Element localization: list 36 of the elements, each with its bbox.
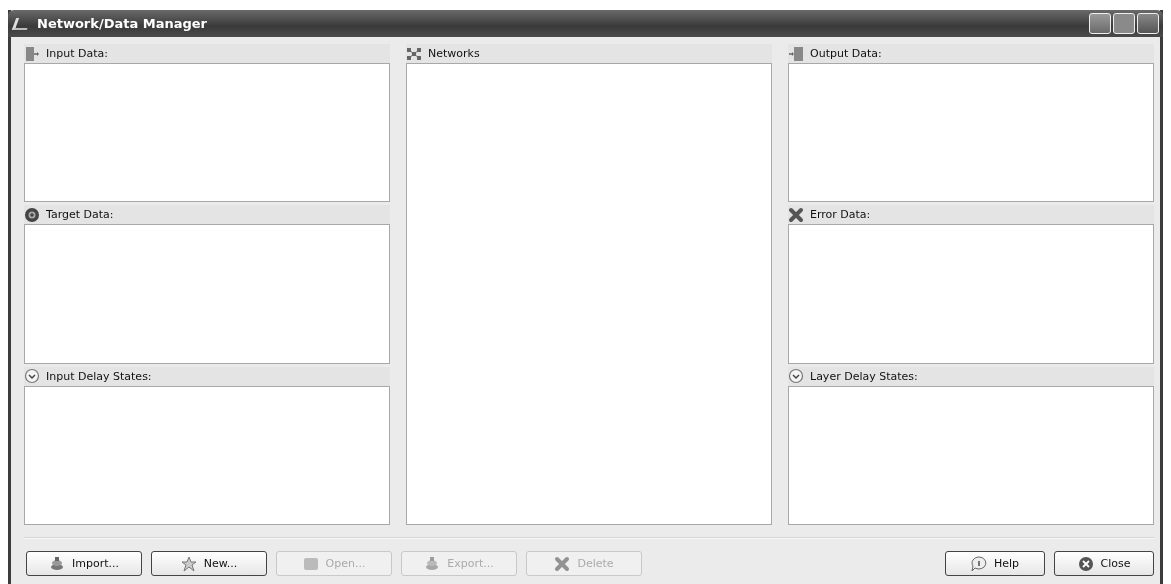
cross-icon [788,206,804,223]
close-button[interactable] [1137,13,1159,34]
section-label: Input Delay States: [46,369,152,383]
section-label: Error Data: [810,208,871,222]
chevron-circle-icon [788,368,804,385]
section-label: Input Data: [46,47,108,60]
cross-icon [554,555,571,572]
action-button[interactable]: New... [151,551,267,576]
output-door-icon [788,45,804,62]
list-box[interactable] [24,63,390,203]
list-box[interactable] [24,224,390,364]
action-button[interactable]: Help [945,551,1045,576]
action-button[interactable]: Close [1054,551,1154,576]
list-box[interactable] [24,385,390,525]
window-title: Network/Data Manager [37,16,208,31]
info-bubble-icon [970,555,987,572]
chevron-circle-icon [24,368,40,385]
list-box[interactable] [406,63,772,525]
section-label: Networks [428,47,480,60]
stack-icon [49,555,65,572]
section-label: Target Data: [46,208,114,222]
minimize-button[interactable] [1089,13,1111,34]
network-icon [406,45,422,62]
square-icon [302,555,319,572]
star-icon [180,555,197,572]
input-door-icon [24,45,40,62]
target-icon [24,206,40,223]
list-box[interactable] [788,224,1154,364]
close-icon [1077,555,1094,572]
list-box[interactable] [788,385,1154,525]
stack-icon [424,555,441,572]
maximize-button[interactable] [1113,13,1135,34]
section-label: Layer Delay States: [810,369,918,383]
section-label: Output Data: [810,47,882,60]
list-box[interactable] [788,63,1154,203]
action-button[interactable]: Import... [26,551,142,576]
